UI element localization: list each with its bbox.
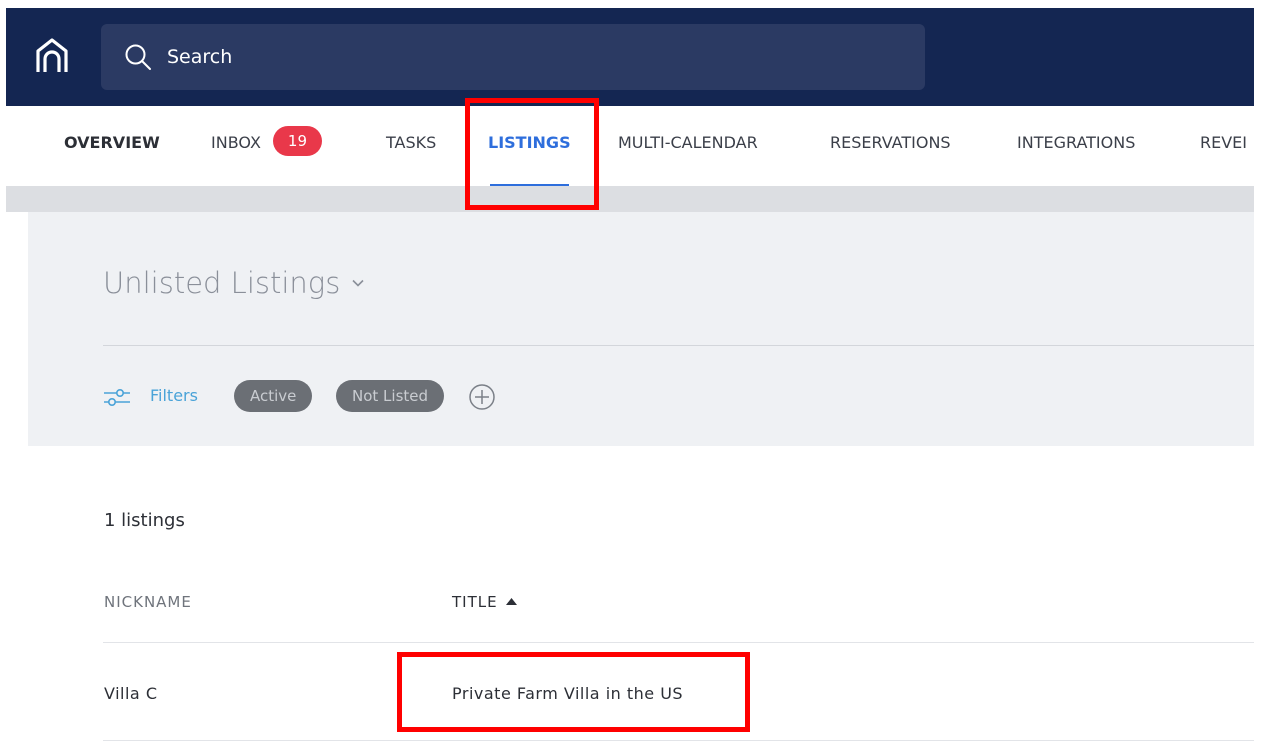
column-header-nickname-label: NICKNAME [104, 593, 192, 611]
view-title: Unlisted Listings [103, 266, 341, 300]
tab-tasks-label: TASKS [386, 133, 437, 152]
sliders-icon[interactable] [103, 386, 131, 408]
header-divider [103, 345, 1254, 346]
main-nav: OVERVIEW INBOX 19 TASKS LISTINGS MULTI-CA… [6, 106, 1254, 187]
tab-inbox[interactable]: INBOX 19 [211, 106, 323, 186]
column-header-title[interactable]: TITLE [452, 593, 517, 611]
sort-ascending-icon [505, 598, 517, 605]
tab-listings[interactable]: LISTINGS [488, 106, 571, 187]
table-header-divider [103, 642, 1254, 643]
tab-multi-calendar-label: MULTI-CALENDAR [618, 133, 758, 152]
top-header [6, 8, 1254, 106]
listings-count: 1 listings [104, 510, 185, 531]
tab-multi-calendar[interactable]: MULTI-CALENDAR [618, 106, 758, 186]
home-logo-icon[interactable] [32, 36, 72, 76]
search-icon [125, 44, 151, 70]
filters-bar: Filters Active Not Listed [103, 380, 703, 414]
tab-overview[interactable]: OVERVIEW [64, 106, 160, 186]
table-row-divider [103, 740, 1254, 741]
tab-reservations-label: RESERVATIONS [830, 133, 951, 152]
filter-chip-active[interactable]: Active [234, 380, 313, 412]
listings-header-panel: Unlisted Listings Filters Active Not Lis… [28, 212, 1254, 446]
header-separator [6, 186, 1254, 212]
chevron-down-icon [352, 279, 364, 287]
listings-table-panel: 1 listings NICKNAME TITLE Villa C Privat… [28, 446, 1254, 742]
tab-tasks[interactable]: TASKS [386, 106, 436, 186]
tab-integrations-label: INTEGRATIONS [1017, 133, 1136, 152]
view-selector[interactable]: Unlisted Listings [103, 266, 364, 300]
inbox-count-badge: 19 [272, 125, 323, 156]
tab-overview-label: OVERVIEW [64, 133, 160, 152]
filter-chip-not-listed[interactable]: Not Listed [336, 380, 445, 412]
app-window: OVERVIEW INBOX 19 TASKS LISTINGS MULTI-CA… [6, 8, 1254, 742]
column-header-nickname[interactable]: NICKNAME [104, 593, 192, 611]
tab-inbox-label: INBOX [211, 133, 261, 152]
search-input[interactable] [167, 42, 867, 72]
tab-reservations[interactable]: RESERVATIONS [830, 106, 951, 186]
tab-revenue-label: REVEI [1200, 133, 1247, 152]
filters-label[interactable]: Filters [150, 386, 198, 405]
column-header-title-label: TITLE [452, 593, 498, 611]
cell-nickname: Villa C [104, 684, 158, 703]
tab-integrations[interactable]: INTEGRATIONS [1017, 106, 1135, 186]
cell-title[interactable]: Private Farm Villa in the US [452, 684, 683, 703]
search-bar[interactable] [101, 24, 925, 90]
tab-revenue[interactable]: REVEI [1200, 106, 1247, 186]
tab-listings-label: LISTINGS [488, 133, 571, 152]
plus-circle-icon[interactable] [467, 382, 497, 412]
